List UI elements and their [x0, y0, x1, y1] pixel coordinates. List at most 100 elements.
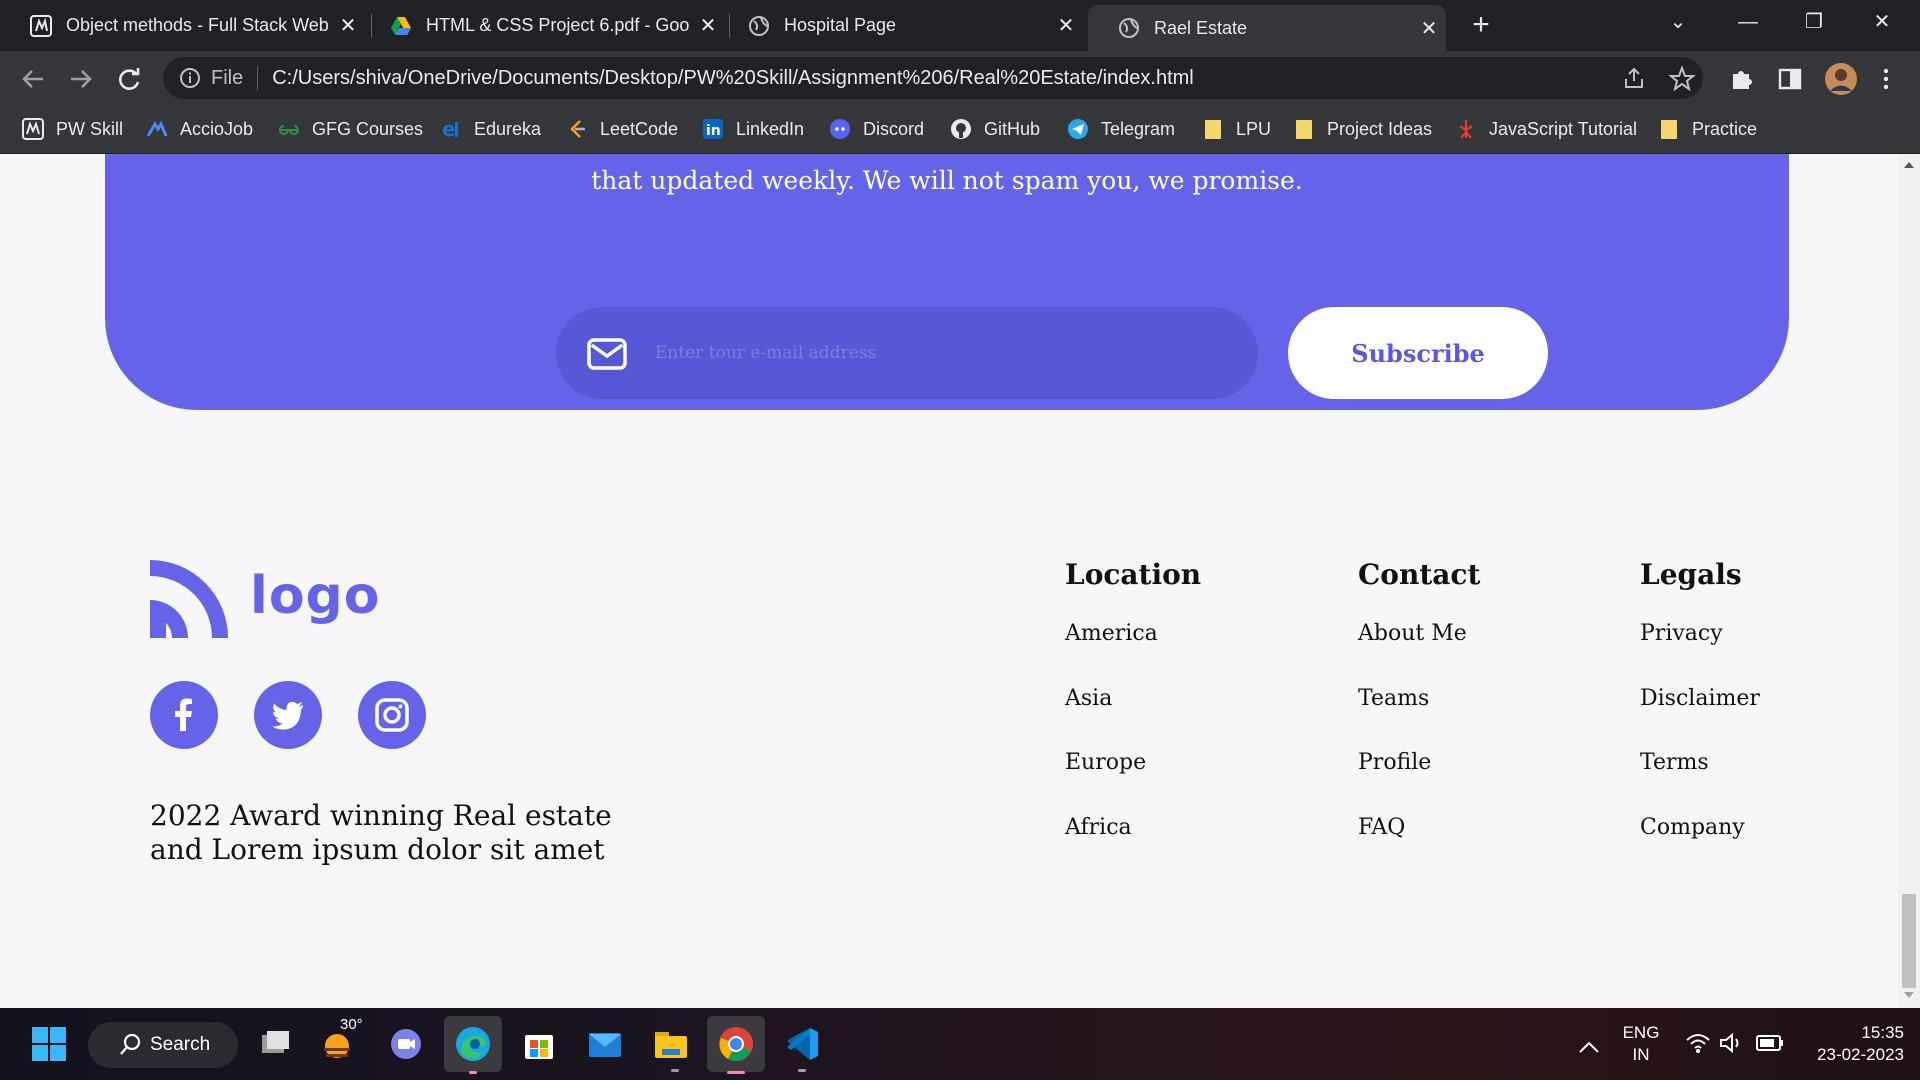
twitter-link[interactable] [254, 681, 322, 749]
bookmark-label: LinkedIn [736, 118, 805, 139]
bookmark-label: LeetCode [600, 118, 679, 139]
scroll-up-arrow-icon[interactable] [1904, 162, 1914, 168]
battery-icon[interactable] [1756, 1034, 1784, 1052]
logo-text: logo [250, 566, 381, 626]
newsletter-banner: that updated weekly. We will not spam yo… [105, 154, 1789, 410]
close-window-icon[interactable]: ✕ [1852, 0, 1912, 44]
info-icon[interactable] [179, 67, 201, 89]
bookmark-label: Telegram [1101, 118, 1176, 139]
tab-html-css-project[interactable]: HTML & CSS Project 6.pdf - Goo ✕ [360, 0, 725, 51]
logo-mark-icon [150, 560, 228, 638]
tab-search-chevron-icon[interactable]: ⌄ [1648, 0, 1708, 44]
footer-link-company[interactable]: Company [1640, 815, 1760, 880]
bookmark-practice[interactable]: Practice [1658, 106, 1757, 152]
minimize-icon[interactable]: — [1718, 0, 1778, 44]
bookmark-discord[interactable]: Discord [829, 106, 924, 152]
task-view-button[interactable] [252, 1020, 300, 1068]
email-input[interactable] [655, 331, 1215, 375]
restore-icon[interactable]: ❐ [1784, 0, 1844, 44]
new-tab-button[interactable]: + [1463, 8, 1499, 44]
bookmark-telegram[interactable]: Telegram [1067, 106, 1175, 152]
footer-link-america[interactable]: America [1065, 621, 1201, 686]
tab-object-methods[interactable]: Object methods - Full Stack Web ✕ [0, 0, 365, 51]
bookmark-label: GitHub [984, 118, 1041, 139]
discord-icon [830, 119, 850, 139]
browser-toolbar: File C:/Users/shiva/OneDrive/Documents/D… [0, 51, 1920, 106]
bookmark-project-ideas[interactable]: Project Ideas [1293, 106, 1432, 152]
bookmark-github[interactable]: GitHub [950, 106, 1040, 152]
facebook-icon [175, 698, 192, 731]
footer-link-disclaimer[interactable]: Disclaimer [1640, 686, 1760, 751]
page-scrollbar[interactable] [1898, 154, 1920, 1008]
footer-link-teams[interactable]: Teams [1358, 686, 1480, 751]
clock[interactable]: 15:35 23-02-2023 [1800, 1022, 1904, 1066]
back-arrow-icon[interactable] [17, 63, 49, 95]
chrome-button[interactable] [707, 1016, 765, 1074]
footer-link-terms[interactable]: Terms [1640, 750, 1760, 815]
globe-icon [1119, 18, 1139, 38]
bookmark-pw-skill[interactable]: PW Skill [22, 106, 123, 152]
file-explorer-button[interactable] [647, 1020, 695, 1072]
side-panel-icon[interactable] [1776, 65, 1804, 93]
kebab-menu-icon[interactable] [1872, 65, 1900, 93]
volume-icon[interactable] [1718, 1032, 1744, 1054]
social-links [150, 681, 462, 749]
vscode-icon [787, 1028, 818, 1060]
reload-icon[interactable] [113, 63, 145, 95]
weather-widget[interactable]: 30° [316, 1016, 364, 1068]
footer-link-europe[interactable]: Europe [1065, 750, 1201, 815]
footer-link-faq[interactable]: FAQ [1358, 815, 1480, 880]
footer-link-about-me[interactable]: About Me [1358, 621, 1480, 686]
close-tab-icon[interactable]: ✕ [1412, 16, 1446, 41]
scroll-down-arrow-icon[interactable] [1904, 992, 1914, 998]
bookmark-label: Edureka [474, 118, 542, 139]
language-code: ENG [1622, 1023, 1660, 1042]
bookmark-lpu[interactable]: LPU [1202, 106, 1271, 152]
url-text[interactable]: C:/Users/shiva/OneDrive/Documents/Deskto… [272, 67, 1194, 90]
footer-link-privacy[interactable]: Privacy [1640, 621, 1760, 686]
column-title: Location [1065, 558, 1202, 591]
start-button[interactable] [25, 1020, 73, 1068]
gfg-icon [279, 125, 299, 135]
page-viewport: that updated weekly. We will not spam yo… [0, 154, 1898, 1008]
javascript-tutorial-icon [1459, 120, 1473, 139]
folder-icon [1661, 120, 1677, 139]
footer-logo[interactable]: logo [150, 560, 381, 638]
bookmark-label: AccioJob [180, 118, 254, 139]
bookmark-edureka[interactable]: e Edureka [440, 106, 541, 152]
chat-icon [391, 1029, 421, 1059]
wifi-icon[interactable] [1685, 1032, 1711, 1054]
facebook-link[interactable] [150, 681, 218, 749]
bookmark-javascript-tutorial[interactable]: JavaScript Tutorial [1455, 106, 1637, 152]
chevron-up-icon[interactable] [1578, 1040, 1600, 1054]
running-indicator [671, 1069, 679, 1072]
instagram-link[interactable] [358, 681, 426, 749]
bookmark-gfg-courses[interactable]: GFG Courses [278, 106, 423, 152]
footer-link-africa[interactable]: Africa [1065, 815, 1201, 880]
mail-button[interactable] [581, 1020, 629, 1068]
close-tab-icon[interactable]: ✕ [1049, 13, 1083, 38]
edge-button[interactable] [444, 1016, 502, 1074]
forward-arrow-icon[interactable] [65, 63, 97, 95]
extensions-puzzle-icon[interactable] [1728, 65, 1756, 93]
bookmark-linkedin[interactable]: in LinkedIn [702, 106, 804, 152]
tab-hospital-page[interactable]: Hospital Page ✕ [718, 0, 1083, 51]
teams-chat-button[interactable] [382, 1020, 430, 1068]
share-icon[interactable] [1620, 65, 1648, 93]
address-bar[interactable]: File C:/Users/shiva/OneDrive/Documents/D… [163, 57, 1703, 99]
mail-app-icon [589, 1033, 621, 1057]
vscode-button[interactable] [778, 1020, 826, 1072]
subscribe-button[interactable]: Subscribe [1288, 307, 1548, 399]
footer-link-profile[interactable]: Profile [1358, 750, 1480, 815]
bookmark-star-icon[interactable] [1668, 65, 1696, 93]
tab-rael-estate[interactable]: Rael Estate ✕ [1088, 5, 1446, 51]
bookmark-acciojob[interactable]: AccioJob [146, 106, 253, 152]
microsoft-store-button[interactable] [515, 1020, 563, 1068]
profile-avatar[interactable] [1824, 62, 1858, 96]
email-input-wrapper[interactable] [556, 307, 1258, 399]
language-indicator[interactable]: ENG IN [1618, 1022, 1664, 1066]
taskbar-search[interactable]: Search [88, 1022, 238, 1068]
scrollbar-thumb[interactable] [1902, 894, 1916, 988]
bookmark-leetcode[interactable]: LeetCode [566, 106, 678, 152]
footer-link-asia[interactable]: Asia [1065, 686, 1201, 751]
